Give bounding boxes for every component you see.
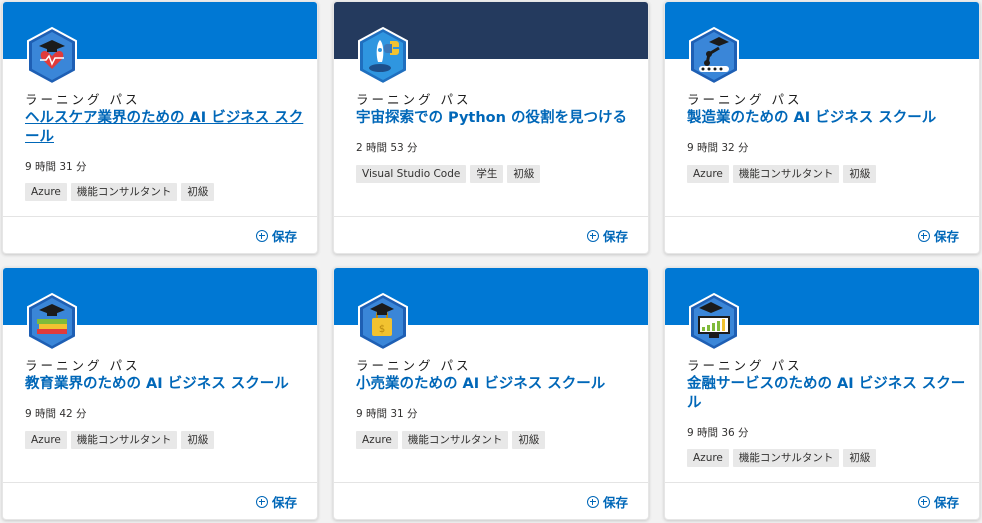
- tag: 初級: [507, 165, 541, 183]
- add-circle-icon: [255, 495, 268, 508]
- card-duration: 9 時間 32 分: [687, 142, 749, 154]
- tag: 初級: [512, 431, 546, 449]
- tag-list: Azure 機能コンサルタント 初級: [25, 431, 215, 449]
- save-button[interactable]: 保存: [255, 226, 297, 245]
- card-kicker: ラーニング パス: [25, 358, 141, 373]
- card-title-link[interactable]: 小売業のための AI ビジネス スクール: [356, 375, 638, 394]
- tag: Visual Studio Code: [356, 165, 467, 183]
- save-label: 保存: [271, 229, 297, 244]
- card-duration: 9 時間 36 分: [687, 427, 749, 439]
- save-button[interactable]: 保存: [917, 226, 959, 245]
- add-circle-icon: [917, 495, 930, 508]
- card-kicker: ラーニング パス: [687, 358, 803, 373]
- tag: 機能コンサルタント: [70, 431, 178, 449]
- tag: 初級: [181, 183, 215, 201]
- tag: Azure: [356, 431, 398, 449]
- card-duration: 9 時間 31 分: [25, 161, 87, 173]
- save-button[interactable]: 保存: [586, 226, 628, 245]
- learning-path-card: ラーニング パス 教育業界のための AI ビジネス スクール 9 時間 42 分…: [2, 267, 318, 520]
- finance-chart-icon: [687, 292, 741, 352]
- card-divider: [665, 216, 979, 217]
- tag-list: Visual Studio Code 学生 初級: [356, 165, 541, 183]
- books-icon: [25, 292, 79, 352]
- tag: 初級: [181, 431, 215, 449]
- save-label: 保存: [271, 495, 297, 510]
- card-divider: [665, 482, 979, 483]
- tag: Azure: [687, 449, 729, 467]
- learning-path-card: ラーニング パス 製造業のための AI ビジネス スクール 9 時間 32 分 …: [664, 1, 980, 254]
- save-label: 保存: [933, 495, 959, 510]
- card-title-link[interactable]: 教育業界のための AI ビジネス スクール: [25, 375, 307, 394]
- tag: Azure: [687, 165, 729, 183]
- card-divider: [3, 482, 317, 483]
- add-circle-icon: [917, 229, 930, 242]
- card-kicker: ラーニング パス: [25, 92, 141, 107]
- shopping-bag-icon: $: [356, 292, 410, 352]
- card-duration: 9 時間 31 分: [356, 408, 418, 420]
- rocket-python-icon: [356, 26, 410, 86]
- card-title-link[interactable]: 金融サービスのための AI ビジネス スクール: [687, 375, 969, 413]
- save-label: 保存: [933, 229, 959, 244]
- learning-path-card: ラーニング パス 宇宙探索での Python の役割を見つける 2 時間 53 …: [333, 1, 649, 254]
- save-button[interactable]: 保存: [255, 492, 297, 511]
- tag: Azure: [25, 183, 67, 201]
- learning-path-card: $ ラーニング パス 小売業のための AI ビジネス スクール 9 時間 31 …: [333, 267, 649, 520]
- card-divider: [3, 216, 317, 217]
- save-button[interactable]: 保存: [917, 492, 959, 511]
- save-label: 保存: [602, 495, 628, 510]
- tag: 初級: [843, 165, 877, 183]
- learning-path-card: ラーニング パス 金融サービスのための AI ビジネス スクール 9 時間 36…: [664, 267, 980, 520]
- tag: Azure: [25, 431, 67, 449]
- card-kicker: ラーニング パス: [687, 92, 803, 107]
- tag-list: Azure 機能コンサルタント 初級: [25, 183, 215, 201]
- card-duration: 2 時間 53 分: [356, 142, 418, 154]
- robot-arm-icon: [687, 26, 741, 86]
- tag-list: Azure 機能コンサルタント 初級: [687, 165, 877, 183]
- add-circle-icon: [586, 495, 599, 508]
- tag: 学生: [470, 165, 504, 183]
- healthcare-heart-icon: [25, 26, 79, 86]
- learning-path-card: ラーニング パス ヘルスケア業界のための AI ビジネス スクール 9 時間 3…: [2, 1, 318, 254]
- card-title-link[interactable]: 宇宙探索での Python の役割を見つける: [356, 109, 638, 128]
- add-circle-icon: [586, 229, 599, 242]
- card-divider: [334, 482, 648, 483]
- save-button[interactable]: 保存: [586, 492, 628, 511]
- svg-text:$: $: [379, 324, 385, 335]
- tag: 機能コンサルタント: [401, 431, 509, 449]
- tag: 機能コンサルタント: [70, 183, 178, 201]
- add-circle-icon: [255, 229, 268, 242]
- tag: 初級: [843, 449, 877, 467]
- card-duration: 9 時間 42 分: [25, 408, 87, 420]
- save-label: 保存: [602, 229, 628, 244]
- tag-list: Azure 機能コンサルタント 初級: [356, 431, 546, 449]
- card-kicker: ラーニング パス: [356, 92, 472, 107]
- tag: 機能コンサルタント: [732, 449, 840, 467]
- tag: 機能コンサルタント: [732, 165, 840, 183]
- card-divider: [334, 216, 648, 217]
- card-title-link[interactable]: ヘルスケア業界のための AI ビジネス スクール: [25, 109, 307, 147]
- card-kicker: ラーニング パス: [356, 358, 472, 373]
- card-title-link[interactable]: 製造業のための AI ビジネス スクール: [687, 109, 969, 128]
- tag-list: Azure 機能コンサルタント 初級: [687, 449, 877, 467]
